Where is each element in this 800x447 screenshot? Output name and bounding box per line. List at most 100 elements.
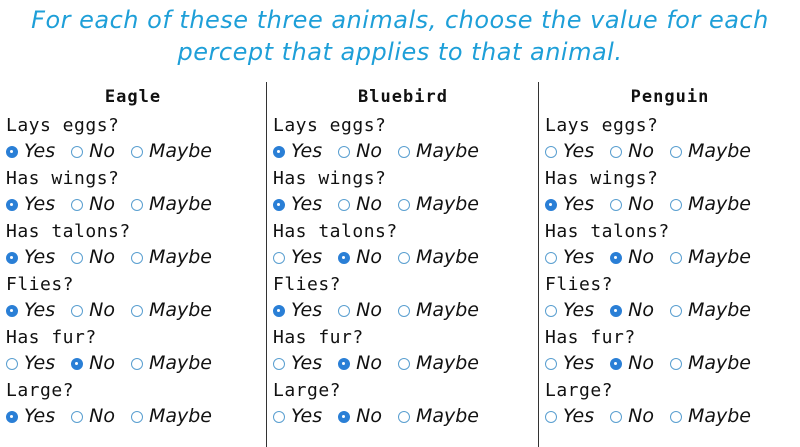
radio-button[interactable] xyxy=(669,357,682,370)
radio-button[interactable] xyxy=(545,198,557,211)
option-no[interactable]: No xyxy=(71,350,115,377)
radio-button[interactable] xyxy=(610,251,623,264)
radio-button[interactable] xyxy=(669,251,682,264)
option-maybe[interactable]: Maybe xyxy=(669,191,751,218)
option-maybe[interactable]: Maybe xyxy=(130,244,212,271)
option-maybe[interactable]: Maybe xyxy=(130,297,212,324)
radio-button[interactable] xyxy=(545,145,557,158)
option-maybe[interactable]: Maybe xyxy=(397,403,479,430)
radio-button[interactable] xyxy=(545,410,557,423)
radio-button[interactable] xyxy=(397,145,410,158)
radio-button[interactable] xyxy=(610,304,623,317)
radio-button[interactable] xyxy=(6,145,18,158)
option-maybe[interactable]: Maybe xyxy=(669,138,751,165)
radio-button[interactable] xyxy=(610,198,623,211)
option-no[interactable]: No xyxy=(610,297,654,324)
option-yes[interactable]: Yes xyxy=(273,244,322,271)
option-maybe[interactable]: Maybe xyxy=(397,138,479,165)
option-maybe[interactable]: Maybe xyxy=(130,138,212,165)
option-maybe[interactable]: Maybe xyxy=(130,350,212,377)
option-maybe[interactable]: Maybe xyxy=(397,191,479,218)
radio-button[interactable] xyxy=(545,357,557,370)
option-yes[interactable]: Yes xyxy=(6,403,55,430)
radio-button[interactable] xyxy=(71,145,84,158)
option-yes[interactable]: Yes xyxy=(545,191,594,218)
option-yes[interactable]: Yes xyxy=(273,297,322,324)
radio-button[interactable] xyxy=(130,198,143,211)
radio-button[interactable] xyxy=(397,198,410,211)
option-no[interactable]: No xyxy=(71,244,115,271)
radio-button[interactable] xyxy=(338,410,351,423)
radio-button[interactable] xyxy=(338,251,351,264)
option-no[interactable]: No xyxy=(610,244,654,271)
option-no[interactable]: No xyxy=(338,403,382,430)
option-no[interactable]: No xyxy=(71,138,115,165)
radio-button[interactable] xyxy=(397,357,410,370)
option-no[interactable]: No xyxy=(338,191,382,218)
radio-button[interactable] xyxy=(6,357,18,370)
radio-button[interactable] xyxy=(130,357,143,370)
radio-button[interactable] xyxy=(71,304,84,317)
option-yes[interactable]: Yes xyxy=(6,350,55,377)
radio-button[interactable] xyxy=(669,198,682,211)
radio-button[interactable] xyxy=(273,410,285,423)
radio-button[interactable] xyxy=(71,357,84,370)
option-maybe[interactable]: Maybe xyxy=(669,297,751,324)
option-maybe[interactable]: Maybe xyxy=(397,244,479,271)
option-yes[interactable]: Yes xyxy=(545,244,594,271)
radio-button[interactable] xyxy=(397,251,410,264)
option-no[interactable]: No xyxy=(610,191,654,218)
option-yes[interactable]: Yes xyxy=(6,191,55,218)
radio-button[interactable] xyxy=(130,251,143,264)
radio-button[interactable] xyxy=(669,304,682,317)
radio-button[interactable] xyxy=(6,198,18,211)
radio-button[interactable] xyxy=(397,304,410,317)
option-no[interactable]: No xyxy=(338,350,382,377)
radio-button[interactable] xyxy=(130,304,143,317)
radio-button[interactable] xyxy=(338,304,351,317)
radio-button[interactable] xyxy=(6,304,18,317)
option-yes[interactable]: Yes xyxy=(6,244,55,271)
option-yes[interactable]: Yes xyxy=(545,403,594,430)
option-no[interactable]: No xyxy=(610,403,654,430)
radio-button[interactable] xyxy=(273,251,285,264)
radio-button[interactable] xyxy=(71,410,84,423)
option-maybe[interactable]: Maybe xyxy=(669,350,751,377)
option-no[interactable]: No xyxy=(610,138,654,165)
radio-button[interactable] xyxy=(338,357,351,370)
radio-button[interactable] xyxy=(130,145,143,158)
option-yes[interactable]: Yes xyxy=(545,297,594,324)
option-no[interactable]: No xyxy=(338,138,382,165)
option-maybe[interactable]: Maybe xyxy=(669,244,751,271)
option-maybe[interactable]: Maybe xyxy=(397,350,479,377)
option-no[interactable]: No xyxy=(71,297,115,324)
radio-button[interactable] xyxy=(610,410,623,423)
option-yes[interactable]: Yes xyxy=(545,350,594,377)
radio-button[interactable] xyxy=(6,410,18,423)
option-no[interactable]: No xyxy=(338,297,382,324)
option-maybe[interactable]: Maybe xyxy=(397,297,479,324)
option-yes[interactable]: Yes xyxy=(273,350,322,377)
option-no[interactable]: No xyxy=(71,403,115,430)
option-no[interactable]: No xyxy=(71,191,115,218)
option-yes[interactable]: Yes xyxy=(6,297,55,324)
radio-button[interactable] xyxy=(669,410,682,423)
radio-button[interactable] xyxy=(130,410,143,423)
radio-button[interactable] xyxy=(273,198,285,211)
radio-button[interactable] xyxy=(338,198,351,211)
radio-button[interactable] xyxy=(71,198,84,211)
radio-button[interactable] xyxy=(610,145,623,158)
option-yes[interactable]: Yes xyxy=(6,138,55,165)
radio-button[interactable] xyxy=(545,251,557,264)
radio-button[interactable] xyxy=(6,251,18,264)
radio-button[interactable] xyxy=(545,304,557,317)
radio-button[interactable] xyxy=(610,357,623,370)
option-maybe[interactable]: Maybe xyxy=(130,403,212,430)
option-yes[interactable]: Yes xyxy=(273,403,322,430)
radio-button[interactable] xyxy=(338,145,351,158)
radio-button[interactable] xyxy=(397,410,410,423)
option-maybe[interactable]: Maybe xyxy=(669,403,751,430)
radio-button[interactable] xyxy=(273,145,285,158)
option-no[interactable]: No xyxy=(338,244,382,271)
option-yes[interactable]: Yes xyxy=(273,138,322,165)
